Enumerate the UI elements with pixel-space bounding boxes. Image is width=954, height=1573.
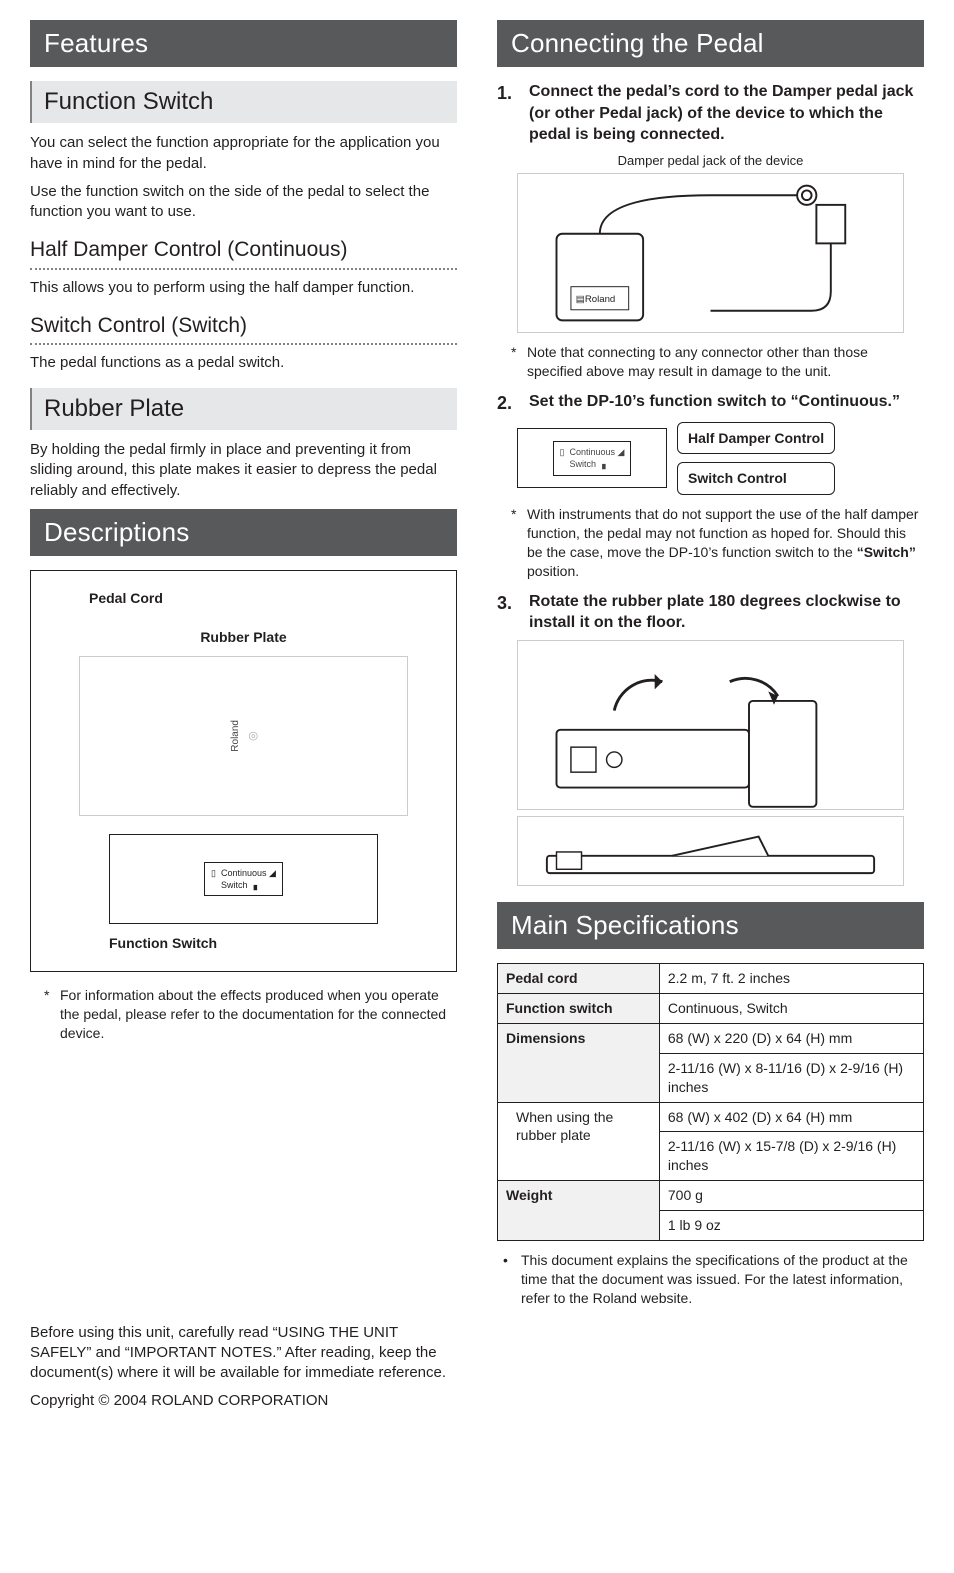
connecting-heading: Connecting the Pedal [497,20,924,67]
function-switch-text-2: Use the function switch on the side of t… [30,182,457,223]
switch-side-illustration: ▯ Continuous ◢ Switch ▗ [517,428,667,488]
rotate-illustration [517,640,904,810]
spec-weight-v1: 700 g [659,1181,923,1211]
spec-func-switch-h: Function switch [498,994,660,1024]
connection-note-text: Note that connecting to any connector ot… [527,343,924,381]
installed-illustration [517,816,904,886]
half-damper-heading: Half Damper Control (Continuous) [30,236,457,269]
descriptions-heading: Descriptions [30,509,457,556]
pedal-side-illustration: ▯ Continuous ◢ Switch ▗ [109,834,378,924]
connection-note: * Note that connecting to any connector … [511,343,924,381]
features-heading: Features [30,20,457,67]
spec-pedal-cord-h: Pedal cord [498,964,660,994]
callout-switch-control: Switch Control [677,462,835,495]
spec-dim-rubber-v1: 68 (W) x 402 (D) x 64 (H) mm [659,1102,923,1132]
descriptions-diagram: Pedal Cord Rubber Plate Roland ◎ ▯ Conti… [30,570,457,972]
table-row: Dimensions 68 (W) x 220 (D) x 64 (H) mm [498,1023,924,1053]
spec-pedal-cord-v: 2.2 m, 7 ft. 2 inches [659,964,923,994]
step-3-text: Rotate the rubber plate 180 degrees cloc… [529,591,924,634]
function-switch-text-1: You can select the function appropriate … [30,133,457,174]
half-damper-text: This allows you to perform using the hal… [30,278,457,298]
spec-func-switch-v: Continuous, Switch [659,994,923,1024]
function-switch-heading: Function Switch [30,81,457,123]
spec-dim-h: Dimensions [498,1023,660,1102]
descriptions-note-text: For information about the effects produc… [60,986,457,1043]
spec-dim-rubber-h: When using the rubber plate [498,1102,660,1181]
asterisk-icon: * [511,505,521,581]
switch-callout-diagram: ▯ Continuous ◢ Switch ▗ Half Damper Cont… [517,422,924,496]
brand-mark: Roland [229,720,243,752]
connection-illustration: ▤Roland [517,173,904,333]
specs-table: Pedal cord 2.2 m, 7 ft. 2 inches Functio… [497,963,924,1241]
table-row: When using the rubber plate 68 (W) x 402… [498,1102,924,1132]
bullet-icon: • [503,1251,513,1308]
table-row: Pedal cord 2.2 m, 7 ft. 2 inches [498,964,924,994]
rubber-plate-text: By holding the pedal firmly in place and… [30,440,457,501]
asterisk-icon: * [511,343,521,381]
switch-control-text: The pedal functions as a pedal switch. [30,353,457,373]
table-row: Function switch Continuous, Switch [498,994,924,1024]
descriptions-note: * For information about the effects prod… [44,986,457,1043]
step-2-text: Set the DP-10’s function switch to “Cont… [529,391,924,415]
label-rubber-plate: Rubber Plate [200,628,286,647]
spec-footnote: • This document explains the specificati… [503,1251,924,1308]
switch-control-heading: Switch Control (Switch) [30,312,457,345]
jack-caption: Damper pedal jack of the device [497,152,924,170]
callout-half-damper: Half Damper Control [677,422,835,455]
specs-heading: Main Specifications [497,902,924,949]
copyright-text: Copyright © 2004 ROLAND CORPORATION [30,1391,457,1411]
table-row: Weight 700 g [498,1181,924,1211]
spec-dim-v2: 2-11/16 (W) x 8-11/16 (D) x 2-9/16 (H) i… [659,1053,923,1102]
spec-weight-v2: 1 lb 9 oz [659,1211,923,1241]
label-function-switch: Function Switch [109,934,438,953]
asterisk-icon: * [44,986,54,1043]
rubber-plate-heading: Rubber Plate [30,388,457,430]
pedal-top-illustration: Roland ◎ [79,656,408,816]
svg-text:▤Roland: ▤Roland [576,295,616,306]
label-pedal-cord: Pedal Cord [89,589,438,608]
switch-note-text: With instruments that do not support the… [527,505,924,581]
spec-footnote-text: This document explains the specification… [521,1251,924,1308]
spec-weight-h: Weight [498,1181,660,1241]
spec-dim-rubber-v2: 2-11/16 (W) x 15-7/8 (D) x 2-9/16 (H) in… [659,1132,923,1181]
spec-dim-v1: 68 (W) x 220 (D) x 64 (H) mm [659,1023,923,1053]
step-1-text: Connect the pedal’s cord to the Damper p… [529,81,924,146]
safety-text: Before using this unit, carefully read “… [30,1323,457,1384]
switch-note: * With instruments that do not support t… [511,505,924,581]
switch-illustration: ▯ Continuous ◢ Switch ▗ [204,862,283,896]
